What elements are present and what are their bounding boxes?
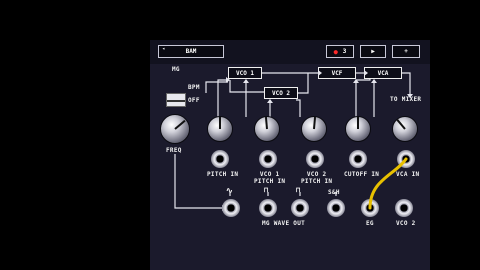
patch-cable[interactable] [0,0,480,270]
